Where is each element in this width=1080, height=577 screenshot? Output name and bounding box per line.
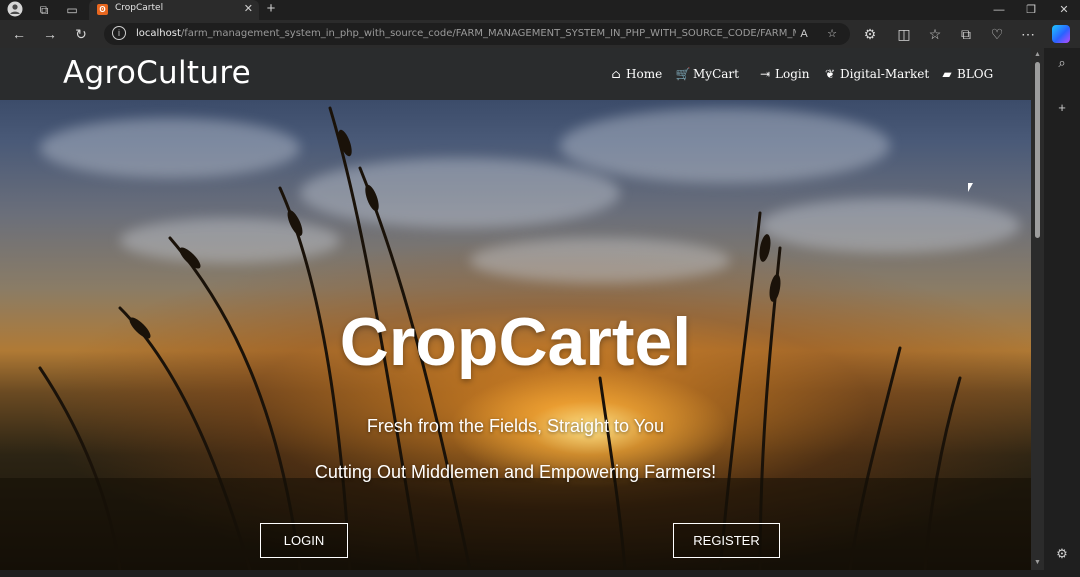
close-window-icon[interactable]: ✕ [1049,1,1079,19]
page-viewport: AgroCulture ⌂ Home 🛒 MyCart ⇥ Login ❦ Digita… [0,48,1031,570]
hero-subtitle-1: Fresh from the Fields, Straight to You [366,416,665,436]
extensions-icon[interactable]: ⚙ [861,25,879,43]
minimize-icon[interactable]: — [984,1,1014,19]
nav-mycart[interactable]: 🛒 MyCart [675,64,739,84]
refresh-icon[interactable]: ↻ [72,25,90,43]
collections-icon[interactable]: ⧉ [957,25,975,43]
login-icon: ⇥ [759,67,771,81]
nav-home-label: Home [626,67,663,81]
tab-title: CropCartel [115,3,164,13]
url-host: localhost [136,28,181,39]
page-scrollbar[interactable]: ▲ ▼ [1031,48,1044,570]
comment-icon: ▰ [942,67,952,81]
search-icon[interactable]: ⌕ [1053,54,1071,72]
browser-sidebar: ⌕ + ⚙ [1044,48,1080,577]
site-info-icon[interactable]: i [112,26,126,40]
close-tab-icon[interactable]: ✕ [244,2,253,15]
scroll-down-icon[interactable]: ▼ [1033,559,1042,567]
sidebar-settings-icon[interactable]: ⚙ [1053,545,1071,563]
hero-subtitle-2: Cutting Out Middlemen and Empowering Far… [314,462,717,482]
scroll-up-icon[interactable]: ▲ [1033,51,1042,59]
leaf-icon: ❦ [824,67,836,81]
tab-actions-icon[interactable]: ▭ [63,1,81,19]
read-aloud-icon[interactable]: A [796,26,812,42]
nav-login-label: Login [775,67,810,81]
favorites-icon[interactable]: ☆ [926,25,944,43]
nav-blog[interactable]: ▰ BLOG [939,64,993,84]
url-text[interactable]: localhost/farm_management_system_in_php_… [136,28,796,39]
copilot-icon[interactable] [1052,25,1070,43]
profile-icon[interactable] [6,1,24,19]
back-icon[interactable]: ← [10,25,28,43]
forward-icon[interactable]: → [41,25,59,43]
new-tab-icon[interactable]: + [262,0,280,20]
nav-mycart-label: MyCart [693,67,739,81]
split-screen-icon[interactable]: ◫ [895,25,913,43]
site-navbar: AgroCulture ⌂ Home 🛒 MyCart ⇥ Login ❦ Digita… [0,48,1031,100]
cart-icon: 🛒 [675,67,691,81]
maximize-icon[interactable]: ❐ [1016,1,1046,19]
nav-digital-market-label: Digital-Market [840,67,930,81]
hero-title: CropCartel [339,304,692,380]
nav-digital-market[interactable]: ❦ Digital-Market [822,64,929,84]
nav-home[interactable]: ⌂ Home [608,64,662,84]
home-icon: ⌂ [611,67,621,81]
register-button[interactable]: REGISTER [673,523,780,558]
browser-tab-strip: ⧉ ▭ ʘ CropCartel ✕ + — ❐ ✕ [0,0,1080,20]
more-options-icon[interactable]: ⋯ [1019,25,1037,43]
mouse-cursor-icon [968,183,973,192]
window-bottom-edge [0,570,1044,577]
nav-login[interactable]: ⇥ Login [757,64,809,84]
url-path: /farm_management_system_in_php_with_sour… [180,28,796,39]
browser-tab-active[interactable]: ʘ CropCartel ✕ [89,0,259,20]
nav-blog-label: BLOG [957,67,994,81]
add-sidebar-app-icon[interactable]: + [1053,99,1071,117]
workspaces-icon[interactable]: ⧉ [35,1,53,19]
scrollbar-thumb[interactable] [1035,62,1040,238]
login-button[interactable]: LOGIN [260,523,348,558]
favorite-star-icon[interactable]: ☆ [824,26,840,42]
site-favicon-icon: ʘ [97,4,108,15]
browser-essentials-icon[interactable]: ♡ [988,25,1006,43]
browser-toolbar: ← → ↻ i localhost/farm_management_system… [0,20,1080,48]
site-brand-logo[interactable]: AgroCulture [63,55,251,91]
address-bar[interactable]: i localhost/farm_management_system_in_ph… [104,23,850,45]
